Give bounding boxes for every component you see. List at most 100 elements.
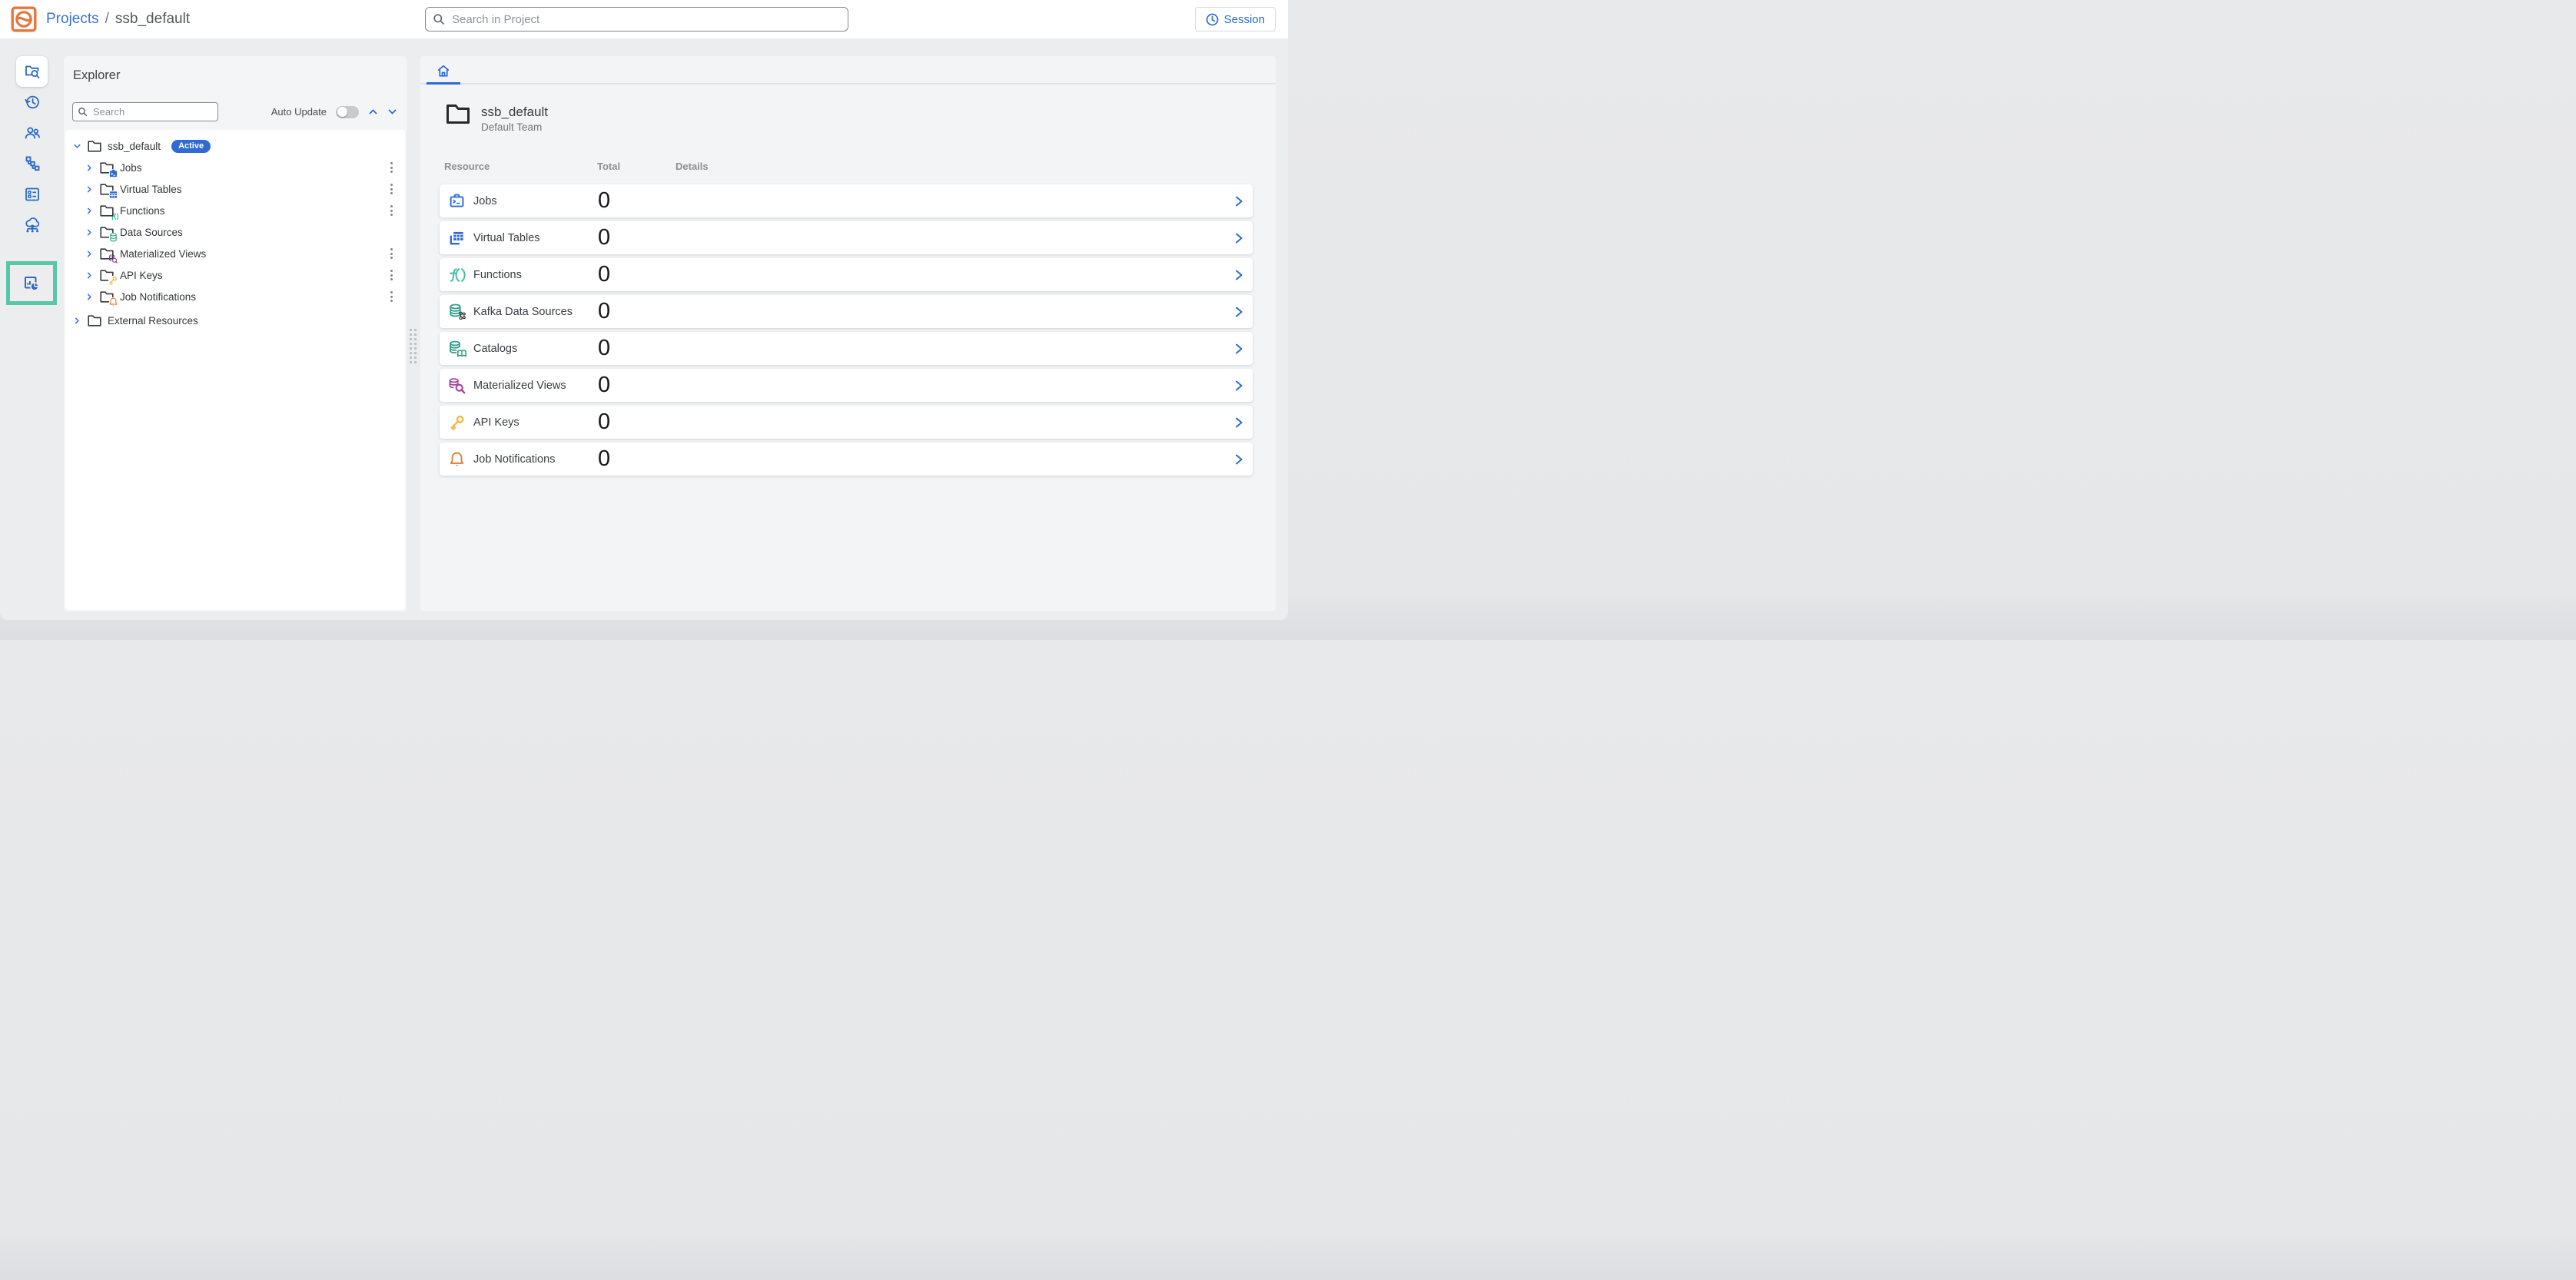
kebab-menu-icon[interactable] [386,181,397,197]
panel-resize-handle[interactable] [410,329,417,363]
column-resource: Resource [444,161,490,172]
highlight-box [6,261,57,305]
virtual-tables-icon [447,228,466,247]
collapse-all-button[interactable] [368,107,378,117]
top-bar: Projects / ssb_default Session [0,0,1288,38]
chevron-right-icon[interactable] [1233,380,1245,392]
node-tree-icon [23,154,41,173]
app-logo-icon [11,6,37,32]
tree-row-data-sources[interactable]: Data Sources [65,221,405,243]
tree-label: External Resources [108,315,198,327]
column-details: Details [676,161,709,172]
chevron-right-icon[interactable] [1233,416,1245,429]
resource-label: Job Notifications [473,453,555,466]
chevron-right-icon[interactable] [85,185,94,194]
explorer-tree: ssb_default Active Jobs V [65,130,405,610]
breadcrumb-projects-link[interactable]: Projects [46,11,99,28]
resource-row-materialized-views[interactable]: Materialized Views 0 [440,369,1253,402]
project-name: ssb_default [481,104,548,121]
resource-label: API Keys [473,416,520,429]
chevron-right-icon[interactable] [1233,269,1245,281]
folder-icon [446,104,470,124]
resource-total: 0 [598,262,610,287]
tree-row-jobs[interactable]: Jobs [65,157,405,178]
explorer-title: Explorer [73,68,120,83]
rail-item-teams[interactable] [16,118,48,148]
tree-row-virtual-tables[interactable]: Virtual Tables [65,178,405,200]
tree-label: Job Notifications [120,291,196,303]
kebab-menu-icon[interactable] [386,288,397,305]
chevron-right-icon[interactable] [85,164,94,172]
folder-search-icon [23,62,41,81]
auto-update-toggle[interactable] [336,106,359,118]
tree-row-job-notifications[interactable]: Job Notifications [65,286,405,307]
kebab-menu-icon[interactable] [386,202,397,219]
chevron-right-icon[interactable] [85,250,94,258]
tree-row-external-resources[interactable]: External Resources [65,310,405,331]
chevron-right-icon[interactable] [85,271,94,280]
chevron-right-icon[interactable] [85,293,94,301]
chevron-down-icon[interactable] [73,142,81,151]
resource-total: 0 [598,225,610,250]
rail-item-history[interactable] [16,87,48,118]
tree-row-materialized-views[interactable]: Materialized Views [65,243,405,264]
rail-item-resources[interactable] [16,179,48,210]
explorer-tools: Auto Update [271,102,397,121]
resource-total: 0 [598,446,610,472]
tree-row-project[interactable]: ssb_default Active [65,135,405,157]
jobs-badge-icon [109,169,118,177]
resource-label: Materialized Views [473,380,566,392]
chevron-right-icon[interactable] [73,317,81,325]
chevron-up-icon [368,107,378,117]
resource-row-functions[interactable]: Functions 0 [440,258,1253,291]
project-header: ssb_default Default Team [446,104,548,135]
chevron-right-icon[interactable] [85,207,94,215]
clock-icon [1206,13,1219,26]
chevron-right-icon[interactable] [1233,306,1245,318]
resource-row-jobs[interactable]: Jobs 0 [440,184,1253,217]
project-search-input[interactable] [425,7,848,32]
expand-all-button[interactable] [387,107,397,117]
column-total: Total [597,161,620,172]
project-team: Default Team [481,121,548,135]
search-icon [433,13,445,25]
resource-label: Kafka Data Sources [473,306,573,318]
project-search [425,7,848,32]
breadcrumb: Projects / ssb_default [46,0,190,38]
resource-row-api-keys[interactable]: API Keys 0 [440,406,1253,439]
materialized-views-icon [447,376,466,395]
explorer-panel: Explorer Auto Update ssb_default [64,56,407,612]
explorer-search-input[interactable] [72,102,218,121]
tree-label: Functions [120,205,165,217]
resource-row-catalogs[interactable]: Catalogs 0 [440,332,1253,365]
rail-item-cloud[interactable] [16,210,48,240]
chevron-right-icon[interactable] [1233,195,1245,207]
tree-label: Data Sources [120,227,183,238]
tab-home[interactable] [427,56,460,85]
key-icon [447,413,466,432]
search-icon [78,107,88,117]
resource-list: Jobs 0 Virtual Tables 0 [440,184,1253,479]
resource-total: 0 [598,299,610,324]
resource-row-job-notifications[interactable]: Job Notifications 0 [440,443,1253,476]
rail-item-monitoring[interactable] [16,268,48,299]
tree-row-functions[interactable]: Functions [65,200,405,221]
tab-bar [420,56,1276,85]
kebab-menu-icon[interactable] [386,267,397,284]
app-shell: Explorer Auto Update ssb_default [0,38,1288,620]
resource-row-kafka-data-sources[interactable]: Kafka Data Sources 0 [440,295,1253,328]
rail-item-lineage[interactable] [16,148,48,179]
folder-icon [100,205,114,217]
rail-item-explorer[interactable] [16,56,48,87]
breadcrumb-separator: / [105,11,109,28]
chevron-right-icon[interactable] [85,228,94,237]
kebab-menu-icon[interactable] [386,159,397,176]
chevron-right-icon[interactable] [1233,232,1245,244]
list-panel-icon [23,185,41,204]
kebab-menu-icon[interactable] [386,245,397,262]
tree-row-api-keys[interactable]: API Keys [65,264,405,286]
session-button[interactable]: Session [1195,7,1276,32]
resource-row-virtual-tables[interactable]: Virtual Tables 0 [440,221,1253,254]
chevron-right-icon[interactable] [1233,453,1245,466]
chevron-right-icon[interactable] [1233,343,1245,355]
